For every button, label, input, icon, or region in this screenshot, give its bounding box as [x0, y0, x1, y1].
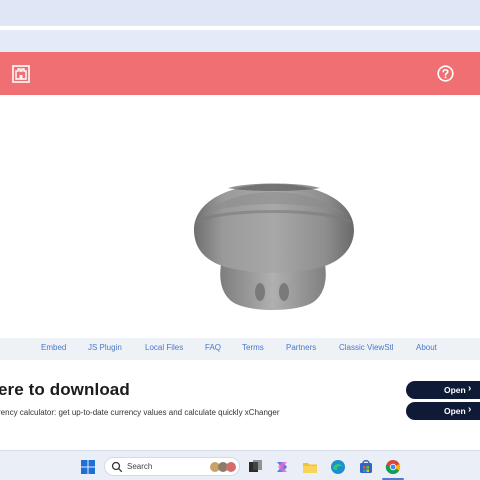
ad-subtitle: rency calculator: get up-to-date currenc…	[0, 408, 280, 417]
chevron-right-icon: ›	[468, 404, 472, 415]
footer-link-local-files[interactable]: Local Files	[145, 343, 183, 352]
footer-link-terms[interactable]: Terms	[242, 343, 264, 352]
footer-link-js-plugin[interactable]: JS Plugin	[88, 343, 122, 352]
castle-logo-icon[interactable]	[12, 65, 30, 83]
footer-link-about[interactable]: About	[416, 343, 437, 352]
copilot-icon[interactable]	[274, 459, 290, 475]
task-view-icon[interactable]	[247, 459, 263, 475]
ad-open-button[interactable]: Open ›	[406, 381, 480, 399]
ad-banner[interactable]: ere to download rency calculator: get up…	[0, 372, 480, 428]
browser-tab-strip	[0, 0, 480, 26]
page-bottom	[0, 428, 480, 450]
browser-toolbar	[0, 30, 480, 52]
edge-icon[interactable]	[330, 459, 346, 475]
help-circle-icon[interactable]	[437, 65, 454, 82]
search-placeholder: Search	[127, 462, 153, 471]
open-button-label: Open	[444, 406, 466, 416]
store-icon[interactable]	[358, 459, 374, 475]
windows-start-icon[interactable]	[80, 459, 96, 475]
footer-link-partners[interactable]: Partners	[286, 343, 316, 352]
app-header	[0, 52, 480, 95]
file-explorer-icon[interactable]	[302, 459, 318, 475]
footer-link-faq[interactable]: FAQ	[205, 343, 221, 352]
taskbar-search-input[interactable]: Search	[104, 457, 240, 476]
open-button-label: Open	[444, 385, 466, 395]
chrome-icon[interactable]	[385, 459, 401, 475]
taskbar: Search	[0, 450, 480, 480]
footer-link-classic-viewstl[interactable]: Classic ViewStl	[339, 343, 394, 352]
chevron-right-icon: ›	[468, 383, 472, 394]
mushroom-3d-model[interactable]	[188, 178, 360, 314]
widgets-icon	[210, 462, 236, 472]
footer-link-embed[interactable]: Embed	[41, 343, 66, 352]
ad-open-button[interactable]: Open ›	[406, 402, 480, 420]
ad-title: ere to download	[0, 380, 130, 399]
footer-links: Embed JS Plugin Local Files FAQ Terms Pa…	[0, 338, 480, 360]
screen: Embed JS Plugin Local Files FAQ Terms Pa…	[0, 0, 480, 480]
search-icon	[111, 461, 123, 473]
